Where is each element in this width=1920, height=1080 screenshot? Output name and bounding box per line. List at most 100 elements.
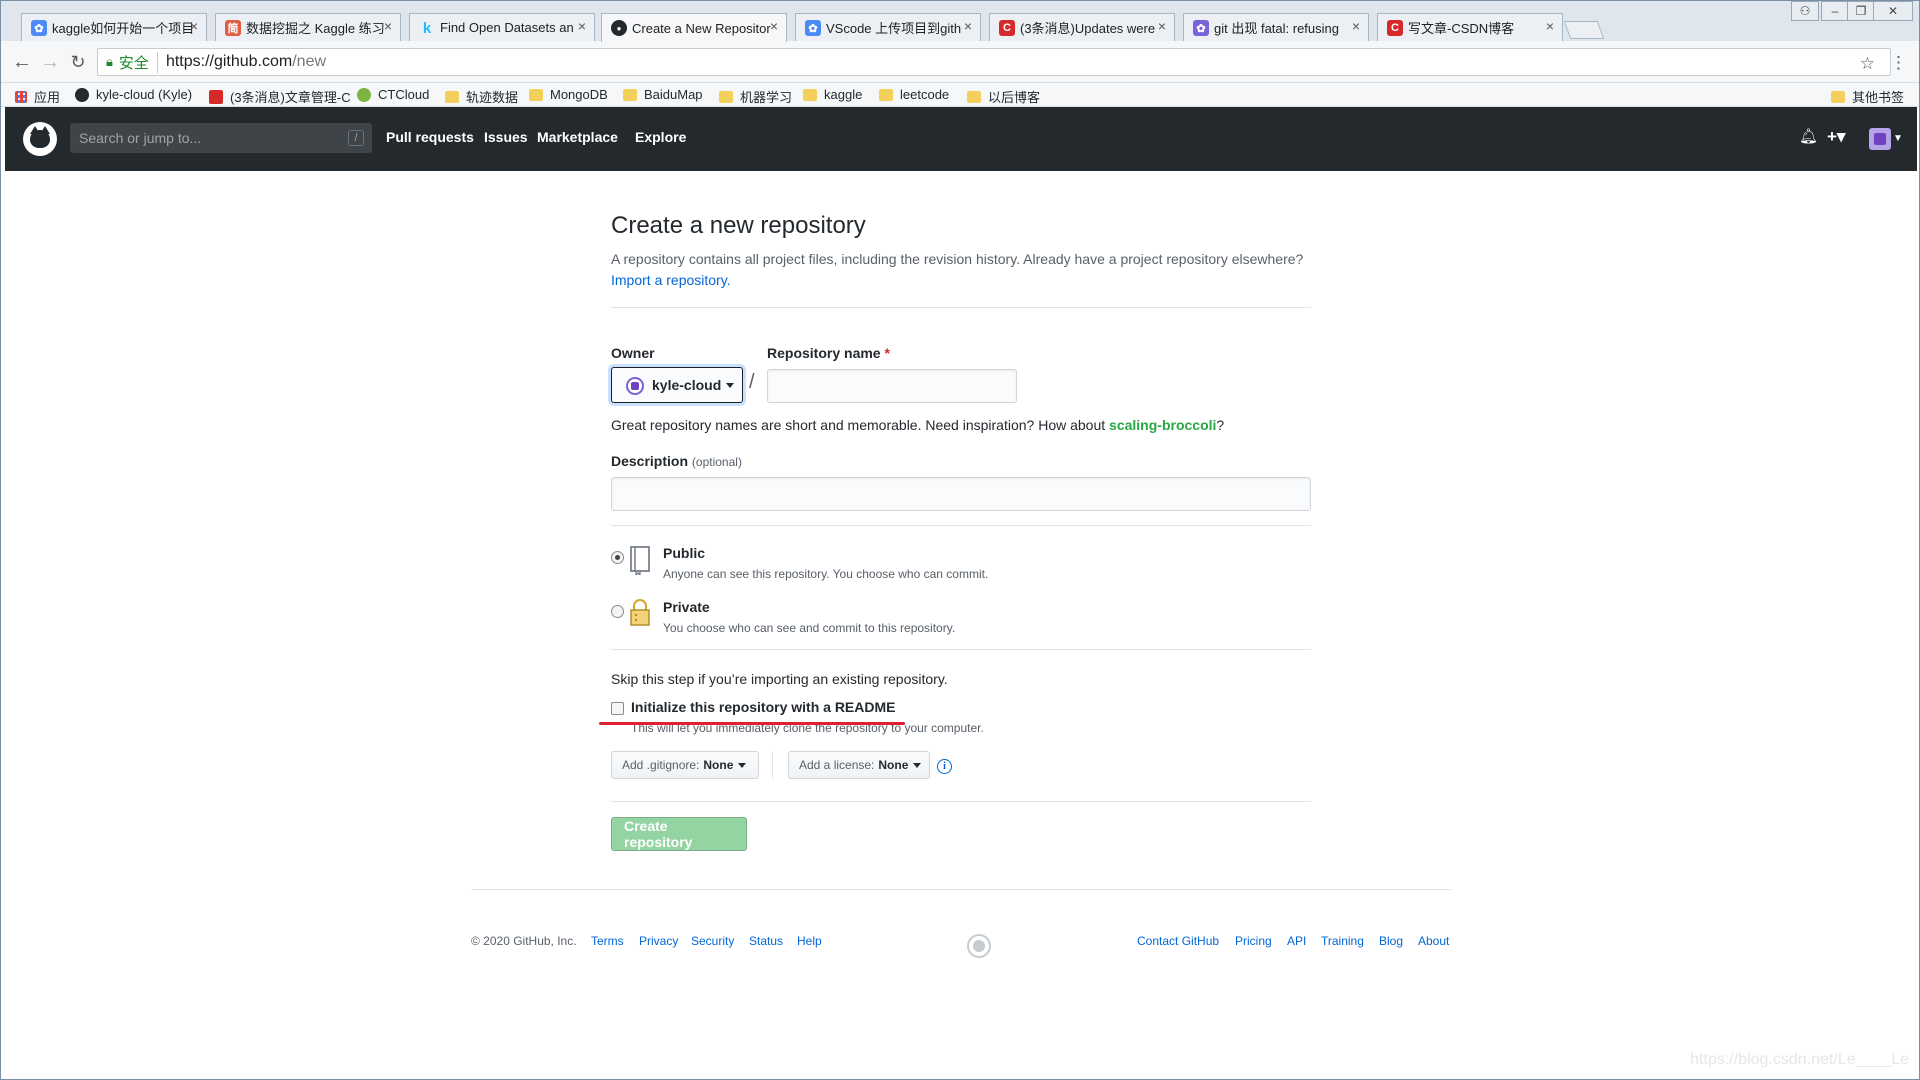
gitignore-value: None (703, 758, 734, 772)
close-icon[interactable]: × (1352, 18, 1360, 34)
folder-icon (803, 88, 817, 101)
owner-label: Owner (611, 345, 655, 361)
bookmark-item[interactable]: CTCloud (357, 87, 429, 102)
bookmark-label: leetcode (900, 87, 950, 102)
browser-tab[interactable]: C 写文章-CSDN博客 × (1377, 13, 1563, 41)
browser-menu-icon[interactable]: ⋮ (1890, 53, 1907, 73)
new-tab-button[interactable] (1563, 21, 1605, 39)
close-icon[interactable]: × (384, 18, 392, 34)
forward-arrow-icon[interactable]: → (39, 51, 61, 73)
user-icon[interactable]: ⚇ (1791, 1, 1819, 21)
back-arrow-icon[interactable]: ← (11, 51, 33, 73)
browser-tab[interactable]: ✿ VScode 上传项目到gith × (795, 13, 981, 41)
bell-icon[interactable]: 🔔︎ (1799, 127, 1818, 145)
close-icon[interactable]: × (964, 18, 972, 34)
nav-pull-requests[interactable]: Pull requests (386, 129, 474, 145)
close-window-button[interactable]: ✕ (1873, 1, 1913, 21)
nav-issues[interactable]: Issues (484, 129, 528, 145)
license-dropdown[interactable]: Add a license: None (788, 751, 930, 779)
name-suggestion[interactable]: scaling-broccoli (1109, 417, 1216, 433)
footer-link-help[interactable]: Help (797, 934, 822, 948)
browser-tab[interactable]: ✿ kaggle如何开始一个项目 × (21, 13, 207, 41)
owner-value: kyle-cloud (652, 377, 722, 393)
bookmark-folder[interactable]: leetcode (879, 87, 949, 102)
import-repository-link[interactable]: Import a repository. (611, 272, 731, 288)
csdn-icon (209, 89, 223, 104)
address-bar[interactable]: 🔒︎ 安全 https://github.com/new (97, 48, 1891, 76)
nav-explore[interactable]: Explore (635, 129, 686, 145)
footer-link-api[interactable]: API (1287, 934, 1306, 948)
bookmark-item[interactable]: kyle-cloud (Kyle) (75, 87, 192, 102)
tab-label: git 出现 fatal: refusing (1214, 21, 1339, 36)
tab-favicon: ✿ (1193, 20, 1209, 36)
github-mark-icon[interactable] (967, 934, 991, 958)
bookmark-folder[interactable]: 轨迹数据 (445, 87, 518, 106)
bookmark-apps[interactable]: 应用 (15, 87, 60, 106)
bookmark-label: 以后博客 (988, 90, 1041, 105)
hint-text: Great repository names are short and mem… (611, 417, 1110, 433)
create-repository-button[interactable]: Create repository (611, 817, 747, 851)
folder-icon (1831, 90, 1845, 103)
other-bookmarks[interactable]: 其他书签 (1831, 87, 1904, 106)
avatar[interactable] (1869, 128, 1891, 150)
repo-book-icon (630, 546, 650, 575)
description-label-text: Description (611, 453, 689, 469)
footer-link-blog[interactable]: Blog (1379, 934, 1403, 948)
optional-tag: (optional) (691, 455, 742, 469)
owner-dropdown[interactable]: kyle-cloud (611, 367, 743, 403)
public-radio[interactable] (611, 551, 624, 564)
tab-favicon: k (422, 19, 432, 37)
nav-marketplace[interactable]: Marketplace (537, 129, 618, 145)
footer-link-pricing[interactable]: Pricing (1235, 934, 1272, 948)
bookmark-folder[interactable]: BaiduMap (623, 87, 703, 102)
init-readme-label[interactable]: Initialize this repository with a README (631, 699, 895, 715)
create-new-dropdown[interactable]: +▾ (1827, 127, 1845, 147)
bookmark-folder[interactable]: 以后博客 (967, 87, 1040, 106)
reload-icon[interactable]: ↻ (67, 51, 89, 73)
public-description: Anyone can see this repository. You choo… (663, 567, 989, 581)
browser-tab[interactable]: k Find Open Datasets an × (409, 13, 595, 41)
bookmark-folder[interactable]: MongoDB (529, 87, 608, 102)
footer: © 2020 GitHub, Inc. Terms Privacy Securi… (471, 889, 1451, 958)
minimize-button[interactable]: – (1821, 1, 1849, 21)
bookmark-folder[interactable]: 机器学习 (719, 87, 792, 106)
public-title: Public (663, 545, 706, 561)
browser-tab[interactable]: C (3条消息)Updates were × (989, 13, 1175, 41)
apps-grid-icon (15, 90, 27, 103)
info-icon[interactable]: i (937, 759, 952, 774)
github-logo-icon[interactable] (23, 122, 57, 156)
close-icon[interactable]: × (578, 18, 586, 34)
tab-label: (3条消息)Updates were (1020, 21, 1156, 36)
url-host: https://github.com (165, 53, 293, 70)
browser-tab-active[interactable]: ● Create a New Repositor × (601, 13, 787, 42)
footer-link-training[interactable]: Training (1321, 934, 1364, 948)
divider (611, 649, 1311, 650)
close-icon[interactable]: × (1158, 18, 1166, 34)
bookmark-star-icon[interactable]: ☆ (1860, 54, 1875, 74)
browser-tab[interactable]: ✿ git 出现 fatal: refusing × (1183, 13, 1369, 41)
init-readme-checkbox[interactable] (611, 702, 624, 715)
search-input[interactable]: Search or jump to... / (70, 123, 372, 153)
bookmark-item[interactable]: (3条消息)文章管理-C (209, 87, 351, 106)
repository-name-input[interactable] (767, 369, 1017, 403)
footer-link-status[interactable]: Status (749, 934, 783, 948)
footer-link-about[interactable]: About (1418, 934, 1449, 948)
close-icon[interactable]: × (770, 18, 778, 34)
footer-link-terms[interactable]: Terms (591, 934, 624, 948)
browser-tab[interactable]: 简 数据挖掘之 Kaggle 练习 × (215, 13, 401, 41)
gitignore-label: Add .gitignore: (622, 758, 700, 772)
tab-label: 数据挖掘之 Kaggle 练习 (246, 21, 385, 36)
description-input[interactable] (611, 477, 1311, 511)
restore-button[interactable]: ❐ (1847, 1, 1875, 21)
browser-toolbar: ← → ↻ 🔒︎ 安全 https://github.com/new ☆ ⋮ (1, 41, 1919, 83)
github-favicon-icon: ● (611, 20, 627, 36)
gitignore-dropdown[interactable]: Add .gitignore: None (611, 751, 759, 779)
footer-link-contact[interactable]: Contact GitHub (1137, 934, 1219, 948)
footer-link-privacy[interactable]: Privacy (639, 934, 678, 948)
private-radio[interactable] (611, 605, 624, 618)
lock-icon (630, 599, 650, 626)
bookmark-folder[interactable]: kaggle (803, 87, 862, 102)
close-icon[interactable]: × (190, 18, 198, 34)
footer-link-security[interactable]: Security (691, 934, 734, 948)
close-icon[interactable]: × (1546, 18, 1554, 34)
